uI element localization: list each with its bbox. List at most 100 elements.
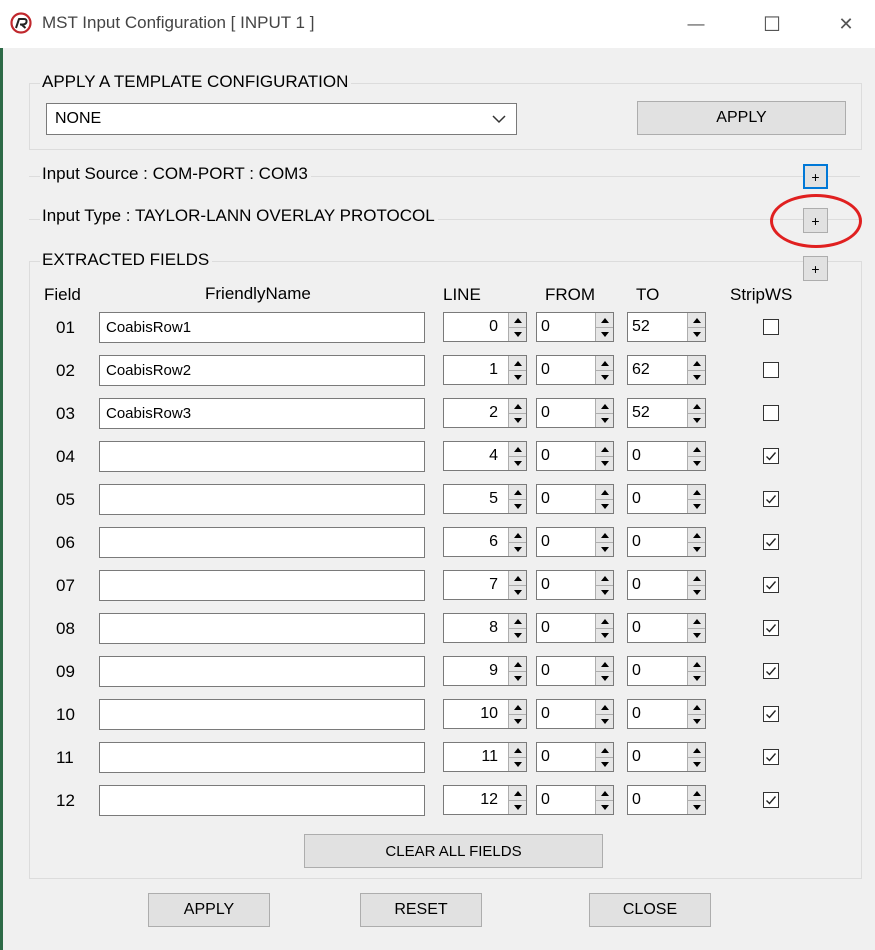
maximize-button[interactable]: ☐ xyxy=(741,0,803,48)
strip-ws-checkbox[interactable] xyxy=(763,405,779,421)
friendly-name-input[interactable] xyxy=(99,570,425,601)
spin-up-button[interactable] xyxy=(688,657,705,672)
from-spinner[interactable]: 0 xyxy=(536,527,614,557)
reset-button[interactable]: RESET xyxy=(360,893,482,927)
to-spinner[interactable]: 0 xyxy=(627,785,706,815)
spin-up-button[interactable] xyxy=(688,356,705,371)
spin-down-button[interactable] xyxy=(688,800,705,814)
to-spinner[interactable]: 0 xyxy=(627,613,706,643)
strip-ws-checkbox[interactable] xyxy=(763,577,779,593)
line-spinner[interactable]: 4 xyxy=(443,441,527,471)
spin-up-button[interactable] xyxy=(509,614,526,629)
apply-template-button[interactable]: APPLY xyxy=(637,101,846,135)
spin-down-button[interactable] xyxy=(688,671,705,685)
line-spinner[interactable]: 5 xyxy=(443,484,527,514)
spin-down-button[interactable] xyxy=(596,413,613,427)
friendly-name-input[interactable] xyxy=(99,613,425,644)
strip-ws-checkbox[interactable] xyxy=(763,319,779,335)
line-spinner[interactable]: 6 xyxy=(443,527,527,557)
friendly-name-input[interactable] xyxy=(99,742,425,773)
strip-ws-checkbox[interactable] xyxy=(763,749,779,765)
to-spinner[interactable]: 0 xyxy=(627,656,706,686)
from-spinner[interactable]: 0 xyxy=(536,441,614,471)
line-spinner[interactable]: 1 xyxy=(443,355,527,385)
strip-ws-checkbox[interactable] xyxy=(763,663,779,679)
spin-down-button[interactable] xyxy=(509,800,526,814)
from-spinner[interactable]: 0 xyxy=(536,312,614,342)
spin-up-button[interactable] xyxy=(596,313,613,328)
spin-down-button[interactable] xyxy=(688,499,705,513)
spin-up-button[interactable] xyxy=(509,743,526,758)
expand-input-source-button[interactable]: + xyxy=(803,164,828,189)
spin-up-button[interactable] xyxy=(688,313,705,328)
from-spinner[interactable]: 0 xyxy=(536,570,614,600)
spin-up-button[interactable] xyxy=(596,743,613,758)
spin-up-button[interactable] xyxy=(688,528,705,543)
from-spinner[interactable]: 0 xyxy=(536,785,614,815)
spin-down-button[interactable] xyxy=(509,499,526,513)
spin-down-button[interactable] xyxy=(509,456,526,470)
spin-down-button[interactable] xyxy=(509,757,526,771)
spin-up-button[interactable] xyxy=(509,528,526,543)
spin-down-button[interactable] xyxy=(509,714,526,728)
clear-all-fields-button[interactable]: CLEAR ALL FIELDS xyxy=(304,834,603,868)
spin-down-button[interactable] xyxy=(509,628,526,642)
friendly-name-input[interactable] xyxy=(99,527,425,558)
spin-down-button[interactable] xyxy=(688,456,705,470)
line-spinner[interactable]: 2 xyxy=(443,398,527,428)
spin-up-button[interactable] xyxy=(596,571,613,586)
spin-up-button[interactable] xyxy=(509,313,526,328)
spin-up-button[interactable] xyxy=(688,786,705,801)
to-spinner[interactable]: 52 xyxy=(627,398,706,428)
spin-down-button[interactable] xyxy=(596,499,613,513)
spin-down-button[interactable] xyxy=(688,585,705,599)
to-spinner[interactable]: 0 xyxy=(627,484,706,514)
close-window-button[interactable]: ✕ xyxy=(815,0,875,48)
spin-down-button[interactable] xyxy=(596,456,613,470)
spin-down-button[interactable] xyxy=(509,370,526,384)
spin-down-button[interactable] xyxy=(509,542,526,556)
line-spinner[interactable]: 7 xyxy=(443,570,527,600)
strip-ws-checkbox[interactable] xyxy=(763,448,779,464)
spin-up-button[interactable] xyxy=(688,700,705,715)
spin-up-button[interactable] xyxy=(688,442,705,457)
to-spinner[interactable]: 0 xyxy=(627,742,706,772)
to-spinner[interactable]: 0 xyxy=(627,699,706,729)
line-spinner[interactable]: 8 xyxy=(443,613,527,643)
from-spinner[interactable]: 0 xyxy=(536,484,614,514)
expand-extracted-fields-button[interactable]: + xyxy=(803,256,828,281)
spin-up-button[interactable] xyxy=(509,356,526,371)
strip-ws-checkbox[interactable] xyxy=(763,491,779,507)
spin-up-button[interactable] xyxy=(596,442,613,457)
to-spinner[interactable]: 62 xyxy=(627,355,706,385)
to-spinner[interactable]: 0 xyxy=(627,441,706,471)
from-spinner[interactable]: 0 xyxy=(536,656,614,686)
spin-up-button[interactable] xyxy=(688,571,705,586)
spin-up-button[interactable] xyxy=(596,399,613,414)
to-spinner[interactable]: 0 xyxy=(627,527,706,557)
spin-up-button[interactable] xyxy=(509,399,526,414)
from-spinner[interactable]: 0 xyxy=(536,742,614,772)
spin-up-button[interactable] xyxy=(509,700,526,715)
spin-down-button[interactable] xyxy=(688,413,705,427)
spin-down-button[interactable] xyxy=(596,370,613,384)
spin-down-button[interactable] xyxy=(688,542,705,556)
friendly-name-input[interactable] xyxy=(99,785,425,816)
line-spinner[interactable]: 0 xyxy=(443,312,527,342)
spin-up-button[interactable] xyxy=(509,786,526,801)
spin-down-button[interactable] xyxy=(596,628,613,642)
spin-up-button[interactable] xyxy=(509,571,526,586)
spin-up-button[interactable] xyxy=(688,399,705,414)
from-spinner[interactable]: 0 xyxy=(536,699,614,729)
minimize-button[interactable]: — xyxy=(665,0,727,48)
spin-up-button[interactable] xyxy=(596,700,613,715)
line-spinner[interactable]: 12 xyxy=(443,785,527,815)
template-select[interactable]: NONE xyxy=(46,103,517,135)
spin-up-button[interactable] xyxy=(596,614,613,629)
spin-down-button[interactable] xyxy=(509,585,526,599)
strip-ws-checkbox[interactable] xyxy=(763,792,779,808)
spin-up-button[interactable] xyxy=(596,485,613,500)
friendly-name-input[interactable]: CoabisRow2 xyxy=(99,355,425,386)
line-spinner[interactable]: 10 xyxy=(443,699,527,729)
spin-down-button[interactable] xyxy=(509,327,526,341)
